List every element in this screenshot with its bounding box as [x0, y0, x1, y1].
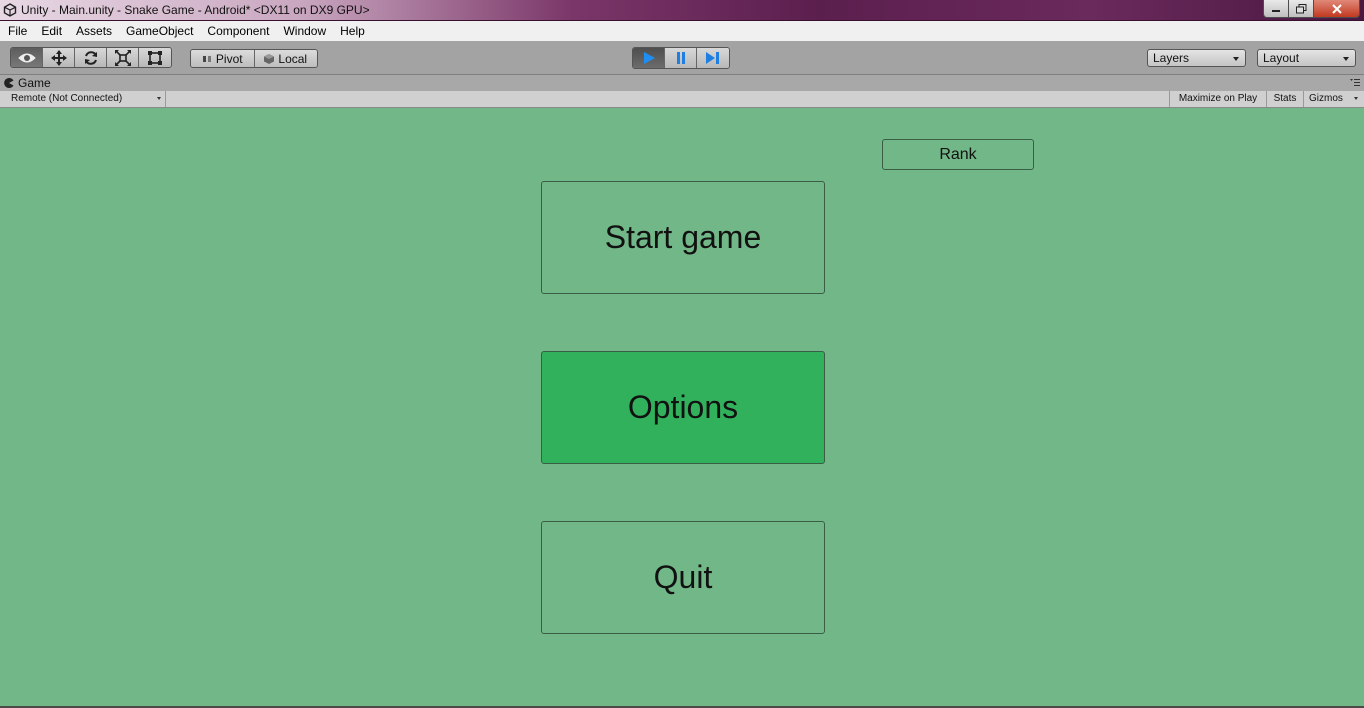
- menu-bar: File Edit Assets GameObject Component Wi…: [0, 21, 1364, 41]
- menu-assets[interactable]: Assets: [69, 21, 119, 41]
- pivot-label: Pivot: [215, 51, 243, 66]
- layers-dropdown[interactable]: Layers: [1147, 49, 1246, 67]
- pivot-local-group: Pivot Local: [190, 49, 318, 68]
- tab-game[interactable]: Game: [4, 75, 51, 91]
- chevron-down-icon: [1354, 97, 1358, 100]
- options-label: Options: [627, 389, 739, 425]
- start-game-button[interactable]: Start game: [541, 181, 825, 294]
- move-tool-button[interactable]: [43, 48, 75, 67]
- menu-window[interactable]: Window: [276, 21, 333, 41]
- remote-dropdown[interactable]: Remote (Not Connected): [5, 91, 166, 107]
- stats-toggle[interactable]: Stats: [1266, 91, 1303, 107]
- close-button[interactable]: [1314, 0, 1360, 18]
- window-controls: [1263, 0, 1360, 18]
- playback-controls: [632, 47, 730, 69]
- game-view-bar: Remote (Not Connected) Maximize on Play …: [0, 91, 1364, 108]
- gizmos-dropdown[interactable]: Gizmos: [1303, 91, 1361, 107]
- chevron-down-icon: [157, 97, 161, 100]
- scale-icon: [114, 49, 131, 66]
- stats-label: Stats: [1273, 93, 1297, 104]
- game-panel-tabs: Game: [0, 75, 1364, 91]
- pacman-icon: [4, 78, 14, 88]
- pivot-icon: [202, 55, 211, 62]
- maximize-on-play-toggle[interactable]: Maximize on Play: [1169, 91, 1266, 107]
- menu-help[interactable]: Help: [333, 21, 372, 41]
- rotate-icon: [84, 50, 97, 65]
- scale-tool-button[interactable]: [107, 48, 139, 67]
- menu-gameobject[interactable]: GameObject: [119, 21, 200, 41]
- view-eye-icon: [17, 53, 36, 62]
- menu-component[interactable]: Component: [200, 21, 276, 41]
- chevron-down-icon: [1233, 57, 1239, 61]
- quit-label: Quit: [653, 559, 713, 595]
- layout-label: Layout: [1263, 51, 1300, 65]
- rank-label: Rank: [939, 145, 977, 163]
- chevron-down-icon: [1343, 57, 1349, 61]
- pause-icon: [676, 52, 685, 64]
- close-icon: [1331, 3, 1342, 14]
- rect-icon: [148, 50, 162, 65]
- local-cube-icon: [264, 53, 275, 64]
- menu-edit[interactable]: Edit: [34, 21, 69, 41]
- tab-game-label: Game: [18, 76, 51, 90]
- start-game-label: Start game: [604, 219, 762, 255]
- step-button[interactable]: [697, 48, 729, 68]
- move-icon: [50, 49, 67, 66]
- menu-file[interactable]: File: [1, 21, 34, 41]
- step-icon: [706, 52, 719, 64]
- maximize-button[interactable]: [1289, 0, 1314, 18]
- options-button[interactable]: Options: [541, 351, 825, 464]
- remote-label: Remote (Not Connected): [11, 93, 123, 104]
- toolbar: Pivot Local Layers Layout: [0, 41, 1364, 75]
- layers-label: Layers: [1153, 51, 1190, 65]
- minimize-button[interactable]: [1263, 0, 1289, 18]
- local-label: Local: [278, 51, 308, 66]
- view-tool-button[interactable]: [11, 48, 43, 67]
- pause-button[interactable]: [665, 48, 697, 68]
- maximize-on-play-label: Maximize on Play: [1178, 93, 1258, 104]
- rotate-tool-button[interactable]: [75, 48, 107, 67]
- unity-icon: [3, 3, 17, 17]
- pivot-button[interactable]: Pivot: [191, 50, 255, 67]
- rect-tool-button[interactable]: [139, 48, 171, 67]
- gizmos-label: Gizmos: [1309, 93, 1343, 104]
- title-bar: Unity - Main.unity - Snake Game - Androi…: [0, 0, 1364, 21]
- play-button[interactable]: [633, 48, 665, 68]
- transform-tools: [10, 47, 172, 68]
- local-button[interactable]: Local: [254, 50, 317, 67]
- window-title: Unity - Main.unity - Snake Game - Androi…: [21, 3, 370, 17]
- rank-button[interactable]: Rank: [882, 139, 1034, 170]
- game-view: Rank Start game Options Quit: [0, 108, 1364, 706]
- quit-button[interactable]: Quit: [541, 521, 825, 634]
- layout-dropdown[interactable]: Layout: [1257, 49, 1356, 67]
- restore-icon: [1295, 3, 1306, 13]
- play-icon: [643, 52, 655, 64]
- panel-menu-icon[interactable]: [1350, 79, 1360, 87]
- minimize-icon: [1272, 9, 1280, 12]
